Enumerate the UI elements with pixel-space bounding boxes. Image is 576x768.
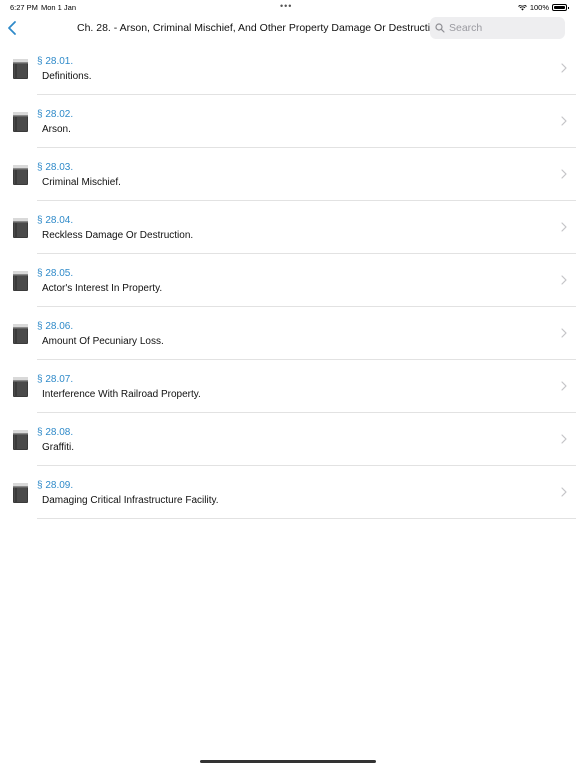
section-title: Actor's Interest In Property. <box>42 283 163 294</box>
list-item-section-8[interactable]: § 28.08. Graffiti. <box>0 413 576 466</box>
book-icon <box>13 483 28 503</box>
battery-level <box>554 6 565 9</box>
list-item-section-4[interactable]: § 28.04. Reckless Damage Or Destruction. <box>0 201 576 254</box>
section-title: Graffiti. <box>42 442 75 453</box>
chevron-right-icon <box>561 169 567 179</box>
book-icon <box>13 324 28 344</box>
book-icon <box>13 218 28 238</box>
chevron-right-icon <box>561 434 567 444</box>
section-number: § 28.04. <box>37 215 74 226</box>
search-bar[interactable] <box>430 17 565 39</box>
section-number: § 28.09. <box>37 480 74 491</box>
book-icon <box>13 112 28 132</box>
book-icon <box>13 271 28 291</box>
status-bar: 6:27 PM Mon 1 Jan ••• 100% <box>0 0 576 14</box>
search-icon <box>435 23 445 33</box>
section-number: § 28.03. <box>37 162 74 173</box>
section-number: § 28.02. <box>37 109 74 120</box>
section-title: Arson. <box>42 124 71 135</box>
book-icon <box>13 377 28 397</box>
chevron-right-icon <box>561 116 567 126</box>
page-title: Ch. 28. - Arson, Criminal Mischief, And … <box>77 22 442 34</box>
section-title: Interference With Railroad Property. <box>42 389 201 400</box>
book-icon <box>13 430 28 450</box>
list-item-section-1[interactable]: § 28.01. Definitions. <box>0 42 576 95</box>
section-number: § 28.06. <box>37 321 74 332</box>
list-item-section-2[interactable]: § 28.02. Arson. <box>0 95 576 148</box>
battery-percentage: 100% <box>529 3 549 12</box>
section-number: § 28.01. <box>37 56 74 67</box>
section-title: Amount Of Pecuniary Loss. <box>42 336 164 347</box>
wifi-icon <box>517 4 527 10</box>
row-divider <box>37 518 576 519</box>
section-list: § 28.01. Definitions. § 28.02. Arson. § … <box>0 42 576 519</box>
back-chevron-icon[interactable] <box>5 19 21 37</box>
list-item-section-5[interactable]: § 28.05. Actor's Interest In Property. <box>0 254 576 307</box>
section-number: § 28.07. <box>37 374 74 385</box>
list-item-section-6[interactable]: § 28.06. Amount Of Pecuniary Loss. <box>0 307 576 360</box>
book-icon <box>13 59 28 79</box>
status-date: Mon 1 Jan <box>41 3 77 12</box>
section-title: Criminal Mischief. <box>42 177 121 188</box>
chevron-right-icon <box>561 222 567 232</box>
multitasking-dots-icon[interactable]: ••• <box>280 1 292 11</box>
section-number: § 28.08. <box>37 427 74 438</box>
chevron-right-icon <box>561 328 567 338</box>
chevron-right-icon <box>561 275 567 285</box>
search-input[interactable] <box>449 22 559 34</box>
section-title: Definitions. <box>42 71 92 82</box>
navigation-bar: Ch. 28. - Arson, Criminal Mischief, And … <box>0 14 576 42</box>
section-title: Damaging Critical Infrastructure Facilit… <box>42 495 219 506</box>
status-time: 6:27 PM <box>10 3 38 12</box>
list-item-section-7[interactable]: § 28.07. Interference With Railroad Prop… <box>0 360 576 413</box>
section-number: § 28.05. <box>37 268 74 279</box>
list-item-section-9[interactable]: § 28.09. Damaging Critical Infrastructur… <box>0 466 576 519</box>
book-icon <box>13 165 28 185</box>
chevron-right-icon <box>561 63 567 73</box>
status-right-group: 100% <box>517 3 569 12</box>
section-title: Reckless Damage Or Destruction. <box>42 230 194 241</box>
home-indicator[interactable] <box>200 760 376 763</box>
battery-icon <box>552 4 569 11</box>
chevron-right-icon <box>561 381 567 391</box>
list-item-section-3[interactable]: § 28.03. Criminal Mischief. <box>0 148 576 201</box>
chevron-right-icon <box>561 487 567 497</box>
